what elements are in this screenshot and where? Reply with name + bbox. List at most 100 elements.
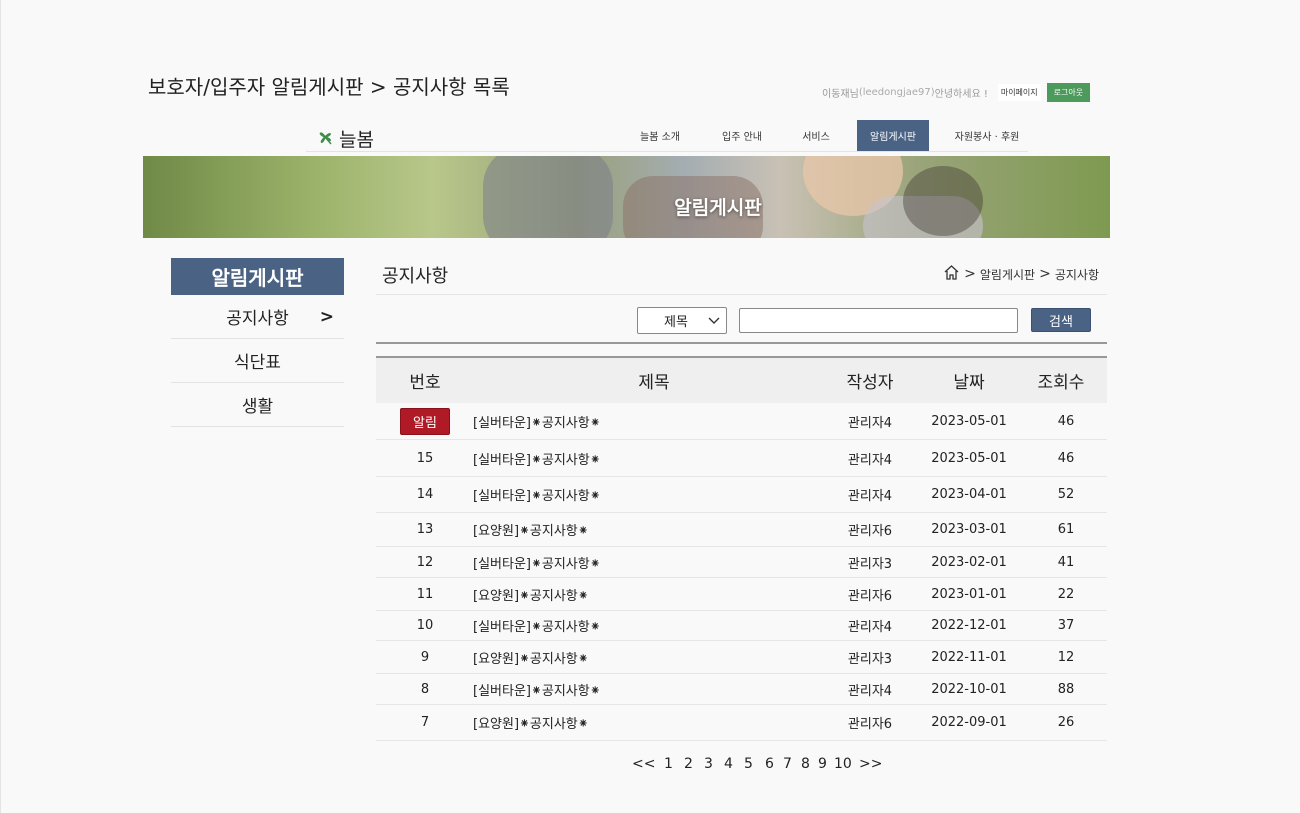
page-link[interactable]: 7 [783,756,801,772]
content-title: 공지사항 [382,266,449,287]
nav-item-board[interactable]: 알림게시판 [857,120,929,151]
search-type-select[interactable]: 제목 [637,307,727,334]
sidebar-item-menu[interactable]: 식단표 [171,339,344,383]
nav-item-service[interactable]: 서비스 [788,120,844,151]
row-date: 2022-09-01 [931,715,1007,730]
row-title[interactable]: [실버타운]⁕공지사항⁕ [473,547,833,577]
notice-badge: 알림 [400,407,450,435]
logout-button[interactable]: 로그아웃 [1046,82,1091,102]
home-icon[interactable] [943,264,960,284]
breadcrumb: > 알림게시판 > 공지사항 [943,264,1099,284]
page-link[interactable]: 1 [664,756,684,772]
user-bar: 이동재님 (leedongjae97) 안녕하세요 ! 마이페이지 로그아웃 [822,82,1091,102]
page-link[interactable]: 9 [818,756,834,772]
table-row[interactable]: 14 [실버타운]⁕공지사항⁕ 관리자4 2023-04-01 52 [376,477,1107,513]
page-link[interactable]: 4 [724,756,744,772]
greeting-name: 이동재님 [822,88,859,100]
row-no-cell: 알림 [376,403,474,439]
row-views: 46 [1057,413,1075,429]
breadcrumb-separator: > [964,266,976,282]
table-row[interactable]: 알림 [실버타운]⁕공지사항⁕ 관리자4 2023-05-01 46 [376,403,1107,440]
sidebar-item-notice[interactable]: 공지사항 > [171,295,344,339]
banner-title: 알림게시판 [674,197,762,219]
greeting-suffix: 안녕하세요 ! [934,88,988,100]
row-title[interactable]: [요양원]⁕공지사항⁕ [473,705,833,740]
header-views: 조회수 [1037,373,1085,393]
row-date: 2022-11-01 [931,649,1007,665]
row-title[interactable]: [실버타운]⁕공지사항⁕ [473,477,833,512]
row-title[interactable]: [요양원]⁕공지사항⁕ [473,578,833,610]
row-date: 2022-12-01 [931,618,1007,633]
row-title[interactable]: [요양원]⁕공지사항⁕ [473,513,833,546]
row-no: 14 [416,487,434,502]
row-writer: 관리자4 [847,620,893,635]
row-title[interactable]: [실버타운]⁕공지사항⁕ [473,611,833,640]
table-row[interactable]: 11 [요양원]⁕공지사항⁕ 관리자6 2023-01-01 22 [376,578,1107,611]
row-writer: 관리자4 [847,489,893,504]
table-row[interactable]: 12 [실버타운]⁕공지사항⁕ 관리자3 2023-02-01 41 [376,547,1107,578]
breadcrumb-board[interactable]: 알림게시판 [980,266,1035,283]
row-title[interactable]: [실버타운]⁕공지사항⁕ [473,403,833,439]
row-title[interactable]: [실버타운]⁕공지사항⁕ [473,674,833,704]
row-no: 12 [416,554,434,570]
page-first-button[interactable]: << [632,756,664,772]
nav-item-volunteer[interactable]: 자원봉사 · 후원 [946,120,1028,151]
row-no: 9 [420,649,430,665]
row-title[interactable]: [요양원]⁕공지사항⁕ [473,641,833,673]
sidebar-title: 알림게시판 [171,258,344,295]
row-no: 13 [416,522,434,537]
row-no: 8 [420,681,430,697]
page-link[interactable]: 10 [834,756,859,772]
sidebar-item-label: 식단표 [234,353,281,373]
row-no: 10 [416,618,434,633]
hero-banner: 알림게시판 [143,156,1110,238]
nav-item-about[interactable]: 늘봄 소개 [625,120,695,151]
search-divider [376,342,1107,344]
search-input[interactable] [739,308,1018,333]
row-title[interactable]: [실버타운]⁕공지사항⁕ [473,440,833,476]
row-no: 15 [416,450,434,466]
row-views: 26 [1057,715,1075,730]
row-views: 61 [1057,522,1075,537]
row-date: 2023-05-01 [931,413,1007,429]
row-no: 11 [416,586,434,602]
table-header: 번호 제목 작성자 날짜 조회수 [376,356,1107,403]
sidebar-item-life[interactable]: 생활 [171,383,344,427]
logo-text: 늘봄 [339,129,374,151]
table-row[interactable]: 9 [요양원]⁕공지사항⁕ 관리자3 2022-11-01 12 [376,641,1107,674]
row-views: 12 [1057,649,1075,665]
page-link[interactable]: 5 [744,756,765,772]
page-link[interactable]: 6 [765,756,783,772]
page-link[interactable]: 3 [704,756,724,772]
table-row[interactable]: 13 [요양원]⁕공지사항⁕ 관리자6 2023-03-01 61 [376,513,1107,547]
table-row[interactable]: 10 [실버타운]⁕공지사항⁕ 관리자4 2022-12-01 37 [376,611,1107,641]
logo[interactable]: 늘봄 [316,125,374,152]
row-views: 37 [1057,618,1075,633]
table-row[interactable]: 8 [실버타운]⁕공지사항⁕ 관리자4 2022-10-01 88 [376,674,1107,705]
row-date: 2023-05-01 [931,450,1007,466]
search-type-value: 제목 [664,315,688,330]
nav-item-admission[interactable]: 입주 안내 [707,120,777,151]
row-writer: 관리자3 [847,556,893,572]
row-writer: 관리자6 [847,588,893,604]
page-link[interactable]: 2 [684,756,704,772]
top-navigation: 늘봄 늘봄 소개 입주 안내 서비스 알림게시판 자원봉사 · 후원 [306,120,1028,152]
row-writer: 관리자4 [847,415,893,431]
row-writer: 관리자4 [847,683,893,699]
search-button[interactable]: 검색 [1031,308,1091,332]
breadcrumb-notice[interactable]: 공지사항 [1055,266,1099,283]
page-link[interactable]: 8 [801,756,818,772]
table-row[interactable]: 15 [실버타운]⁕공지사항⁕ 관리자4 2023-05-01 46 [376,440,1107,477]
chevron-right-icon: > [319,306,334,327]
row-views: 41 [1057,554,1075,570]
row-views: 46 [1057,450,1075,466]
row-views: 52 [1057,487,1075,502]
table-row[interactable]: 7 [요양원]⁕공지사항⁕ 관리자6 2022-09-01 26 [376,705,1107,741]
row-writer: 관리자6 [847,717,893,732]
row-writer: 관리자3 [847,651,893,667]
mypage-button[interactable]: 마이페이지 [997,83,1041,101]
row-date: 2022-10-01 [931,681,1007,697]
page-heading: 보호자/입주자 알림게시판 > 공지사항 목록 [148,75,510,99]
chevron-down-icon [708,313,720,331]
page-last-button[interactable]: >> [859,756,882,772]
